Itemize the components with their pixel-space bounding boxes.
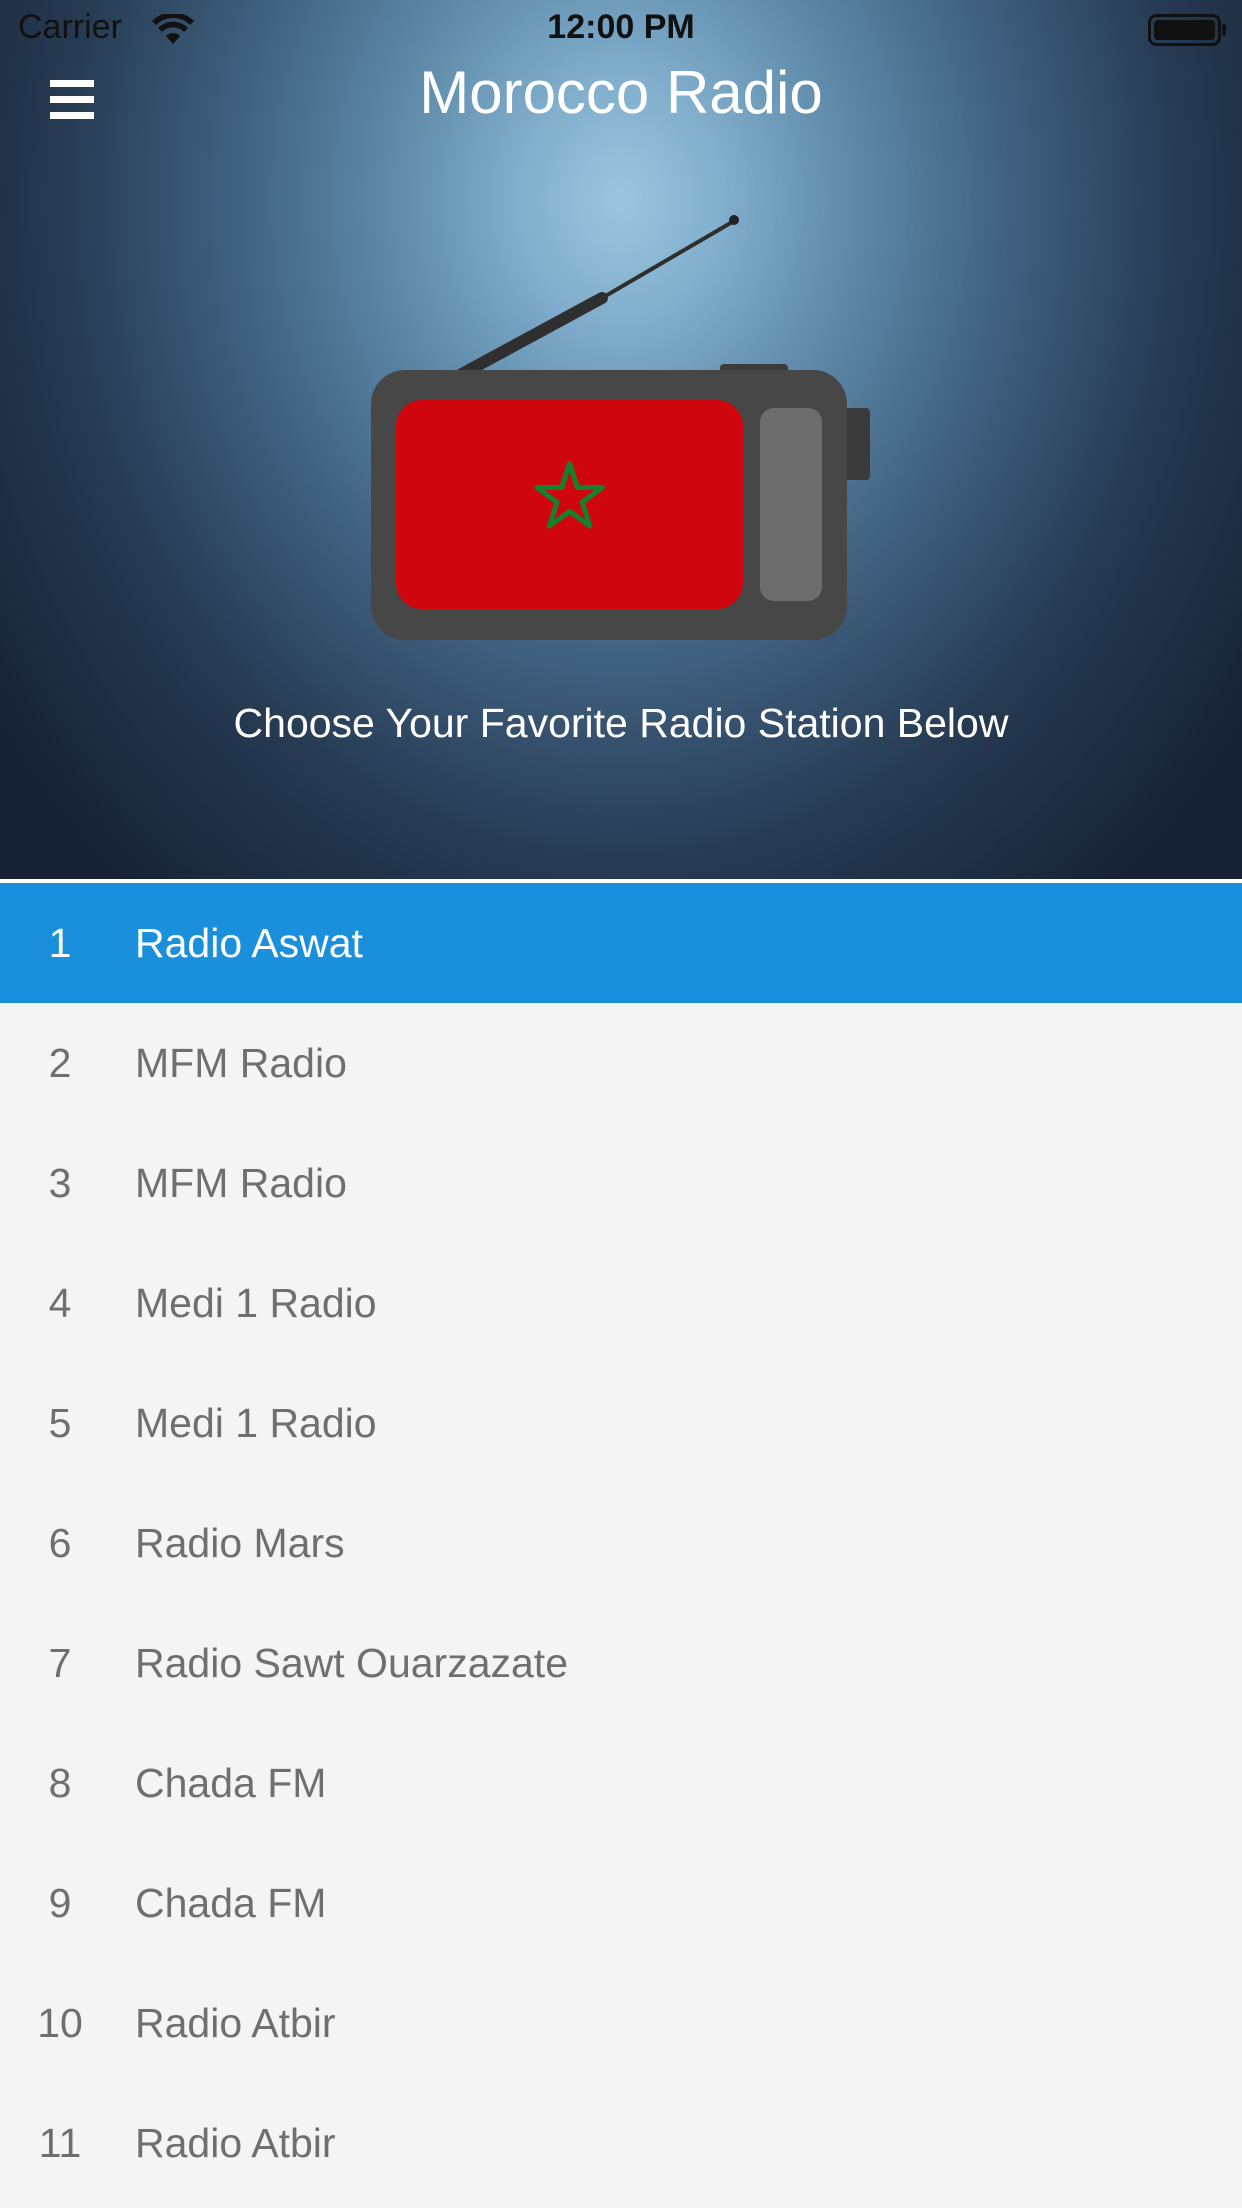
station-row[interactable]: 1 Radio Aswat [0, 883, 1242, 1003]
station-number: 6 [48, 1520, 72, 1566]
station-row[interactable]: 2 MFM Radio [0, 1003, 1242, 1123]
station-row[interactable]: 10 Radio Atbir [0, 1963, 1242, 2083]
station-number: 4 [48, 1280, 72, 1326]
station-name: Radio Sawt Ouarzazate [135, 1640, 569, 1686]
station-name: MFM Radio [135, 1160, 347, 1206]
station-name: Medi 1 Radio [135, 1280, 377, 1326]
station-number: 11 [38, 2120, 82, 2166]
station-name: Chada FM [135, 1880, 327, 1926]
station-number: 5 [48, 1400, 72, 1446]
hero-subtitle: Choose Your Favorite Radio Station Below [233, 700, 1009, 746]
station-number: 2 [48, 1040, 72, 1086]
station-list: 1 Radio Aswat 2 MFM Radio 3 MFM Radio 4 … [0, 883, 1242, 2203]
station-name: Radio Aswat [135, 920, 363, 966]
station-number: 10 [37, 2000, 83, 2046]
station-name: Medi 1 Radio [135, 1400, 377, 1446]
station-name: Radio Mars [135, 1520, 345, 1566]
station-name: Radio Atbir [135, 2120, 336, 2166]
status-time: 12:00 PM [547, 8, 695, 46]
station-number: 7 [48, 1640, 72, 1686]
hero-banner: Carrier 12:00 PM Morocco Radio Choose Yo… [0, 0, 1242, 879]
radio-flag-illustration [371, 215, 870, 640]
station-name: Radio Atbir [135, 2000, 336, 2046]
station-number: 3 [48, 1160, 72, 1206]
station-row[interactable]: 3 MFM Radio [0, 1123, 1242, 1243]
station-number: 8 [48, 1760, 72, 1806]
battery-full-icon [1148, 14, 1226, 46]
station-name: MFM Radio [135, 1040, 347, 1086]
station-row[interactable]: 11 Radio Atbir [0, 2083, 1242, 2203]
station-row[interactable]: 5 Medi 1 Radio [0, 1363, 1242, 1483]
station-row[interactable]: 9 Chada FM [0, 1843, 1242, 1963]
status-bar: Carrier 12:00 PM [0, 0, 1242, 60]
station-row[interactable]: 8 Chada FM [0, 1723, 1242, 1843]
station-row[interactable]: 7 Radio Sawt Ouarzazate [0, 1603, 1242, 1723]
app-title: Morocco Radio [419, 59, 823, 126]
station-row[interactable]: 4 Medi 1 Radio [0, 1243, 1242, 1363]
station-name: Chada FM [135, 1760, 327, 1806]
station-number: 1 [48, 920, 72, 966]
station-number: 9 [48, 1880, 72, 1926]
station-row[interactable]: 6 Radio Mars [0, 1483, 1242, 1603]
